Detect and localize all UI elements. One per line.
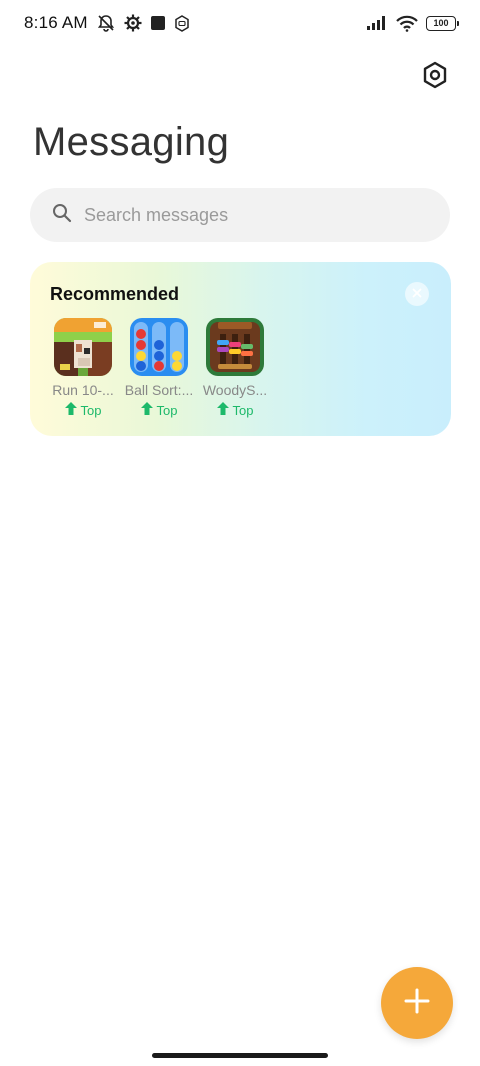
settings-button[interactable]: [418, 60, 452, 94]
status-right: 100: [366, 15, 459, 32]
recommended-title: Recommended: [50, 284, 180, 304]
home-indicator[interactable]: [152, 1053, 328, 1058]
badge-label: Top: [80, 402, 102, 418]
battery-icon: 100: [426, 15, 459, 31]
run-game-app-icon: [54, 318, 112, 376]
page-title: Messaging: [33, 120, 230, 164]
app-name: WoodyS...: [202, 382, 268, 398]
status-time: 8:16 AM: [24, 13, 88, 32]
messaging-screen: 8:16 AM 100 Messaging Search messages Re…: [0, 0, 480, 1066]
gear-icon: [124, 14, 142, 32]
recommended-card: Recommended Run 10-... Top Ball Sort:...…: [30, 262, 451, 436]
square-icon: [150, 15, 166, 31]
recommended-apps: Run 10-... Top Ball Sort:... Top WoodyS.…: [52, 318, 267, 418]
settings-hexagon-icon: [422, 61, 448, 94]
arrow-up-icon: [64, 402, 77, 418]
badge-label: Top: [156, 402, 178, 418]
search-bar[interactable]: [30, 188, 450, 242]
ball-sort-app-icon: [130, 318, 188, 376]
app-name: Run 10-...: [52, 382, 114, 398]
close-recommended-button[interactable]: [405, 282, 429, 306]
shield-icon: [174, 14, 190, 32]
new-message-button[interactable]: [381, 967, 453, 1039]
muted-bell-icon: [96, 13, 116, 33]
status-left: 8:16 AM: [24, 13, 190, 33]
top-badge: Top: [216, 402, 254, 418]
badge-label: Top: [232, 402, 254, 418]
recommended-app[interactable]: WoodyS... Top: [203, 318, 267, 418]
status-bar: 8:16 AM 100: [0, 0, 480, 46]
battery-level: 100: [433, 18, 449, 28]
search-icon: [52, 203, 72, 228]
recommended-app[interactable]: Run 10-... Top: [52, 318, 114, 418]
wifi-icon: [396, 15, 418, 32]
search-input[interactable]: [84, 204, 424, 226]
plus-icon: [403, 987, 431, 1020]
close-icon: [412, 285, 422, 303]
woody-sort-app-icon: [206, 318, 264, 376]
signal-icon: [366, 15, 388, 31]
top-badge: Top: [64, 402, 102, 418]
recommended-app[interactable]: Ball Sort:... Top: [125, 318, 193, 418]
arrow-up-icon: [140, 402, 153, 418]
arrow-up-icon: [216, 402, 229, 418]
app-name: Ball Sort:...: [124, 382, 194, 398]
top-badge: Top: [140, 402, 178, 418]
